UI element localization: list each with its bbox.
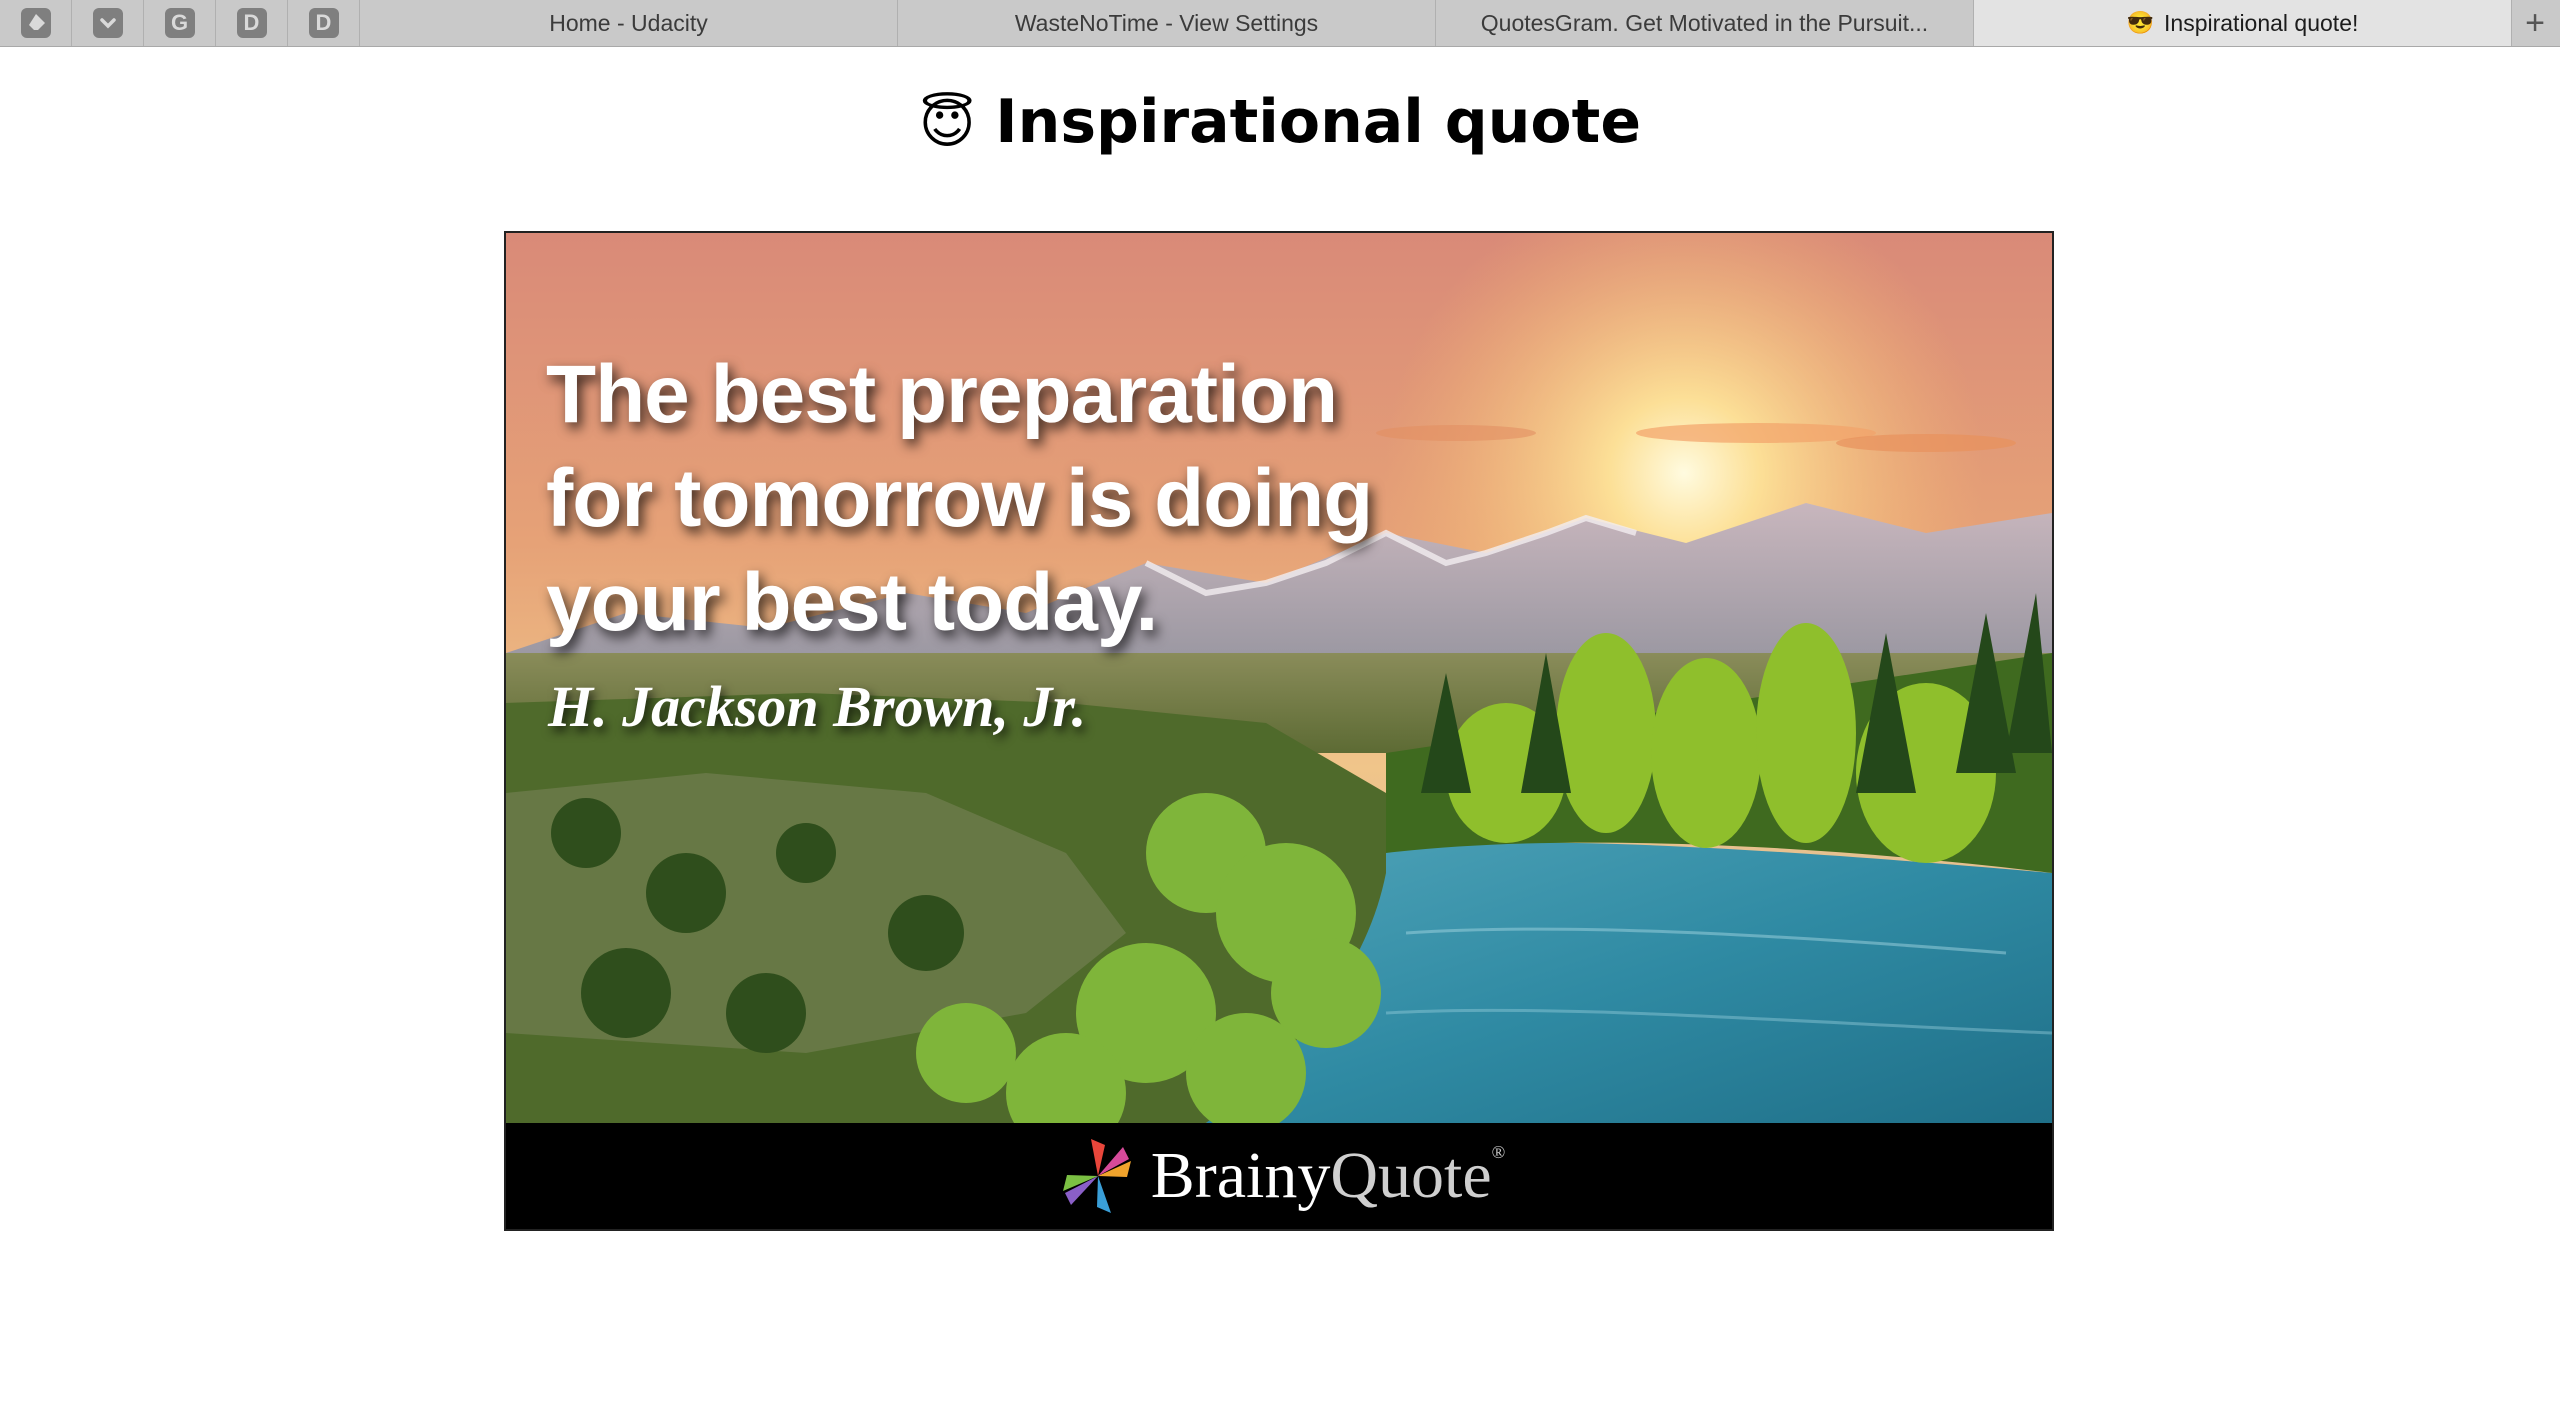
halo-emoji-icon: 😇 bbox=[918, 92, 976, 155]
landscape-scene: The best preparation for tomorrow is doi… bbox=[506, 233, 2052, 1123]
tab-label: Inspirational quote! bbox=[2164, 9, 2359, 36]
pocket-icon bbox=[92, 8, 123, 38]
feedly-icon bbox=[20, 8, 51, 38]
brainyquote-logo-icon bbox=[1062, 1139, 1131, 1213]
pinned-tab-d2[interactable]: D bbox=[288, 0, 360, 46]
new-tab-button[interactable]: + bbox=[2512, 0, 2558, 46]
page-title: 😇 Inspirational quote bbox=[0, 86, 2560, 160]
tab-label: WasteNoTime - View Settings bbox=[1014, 9, 1319, 36]
pinned-tab-google[interactable]: G bbox=[144, 0, 216, 46]
brand-name-part2: Quote bbox=[1330, 1139, 1492, 1212]
tab-label: QuotesGram. Get Motivated in the Pursuit… bbox=[1480, 9, 1929, 36]
brand-footer: BrainyQuote® bbox=[506, 1123, 2052, 1229]
d-icon: D bbox=[236, 8, 267, 38]
registered-mark: ® bbox=[1491, 1142, 1506, 1162]
brand-name: BrainyQuote® bbox=[1151, 1143, 1506, 1209]
pinned-tab-feedly[interactable] bbox=[0, 0, 72, 46]
sunglasses-emoji-icon: 😎 bbox=[2126, 10, 2155, 35]
tab-quotesgram[interactable]: QuotesGram. Get Motivated in the Pursuit… bbox=[1436, 0, 1974, 46]
quote-line: for tomorrow is doing bbox=[546, 453, 1373, 544]
tab-inspirational-quote[interactable]: 😎 Inspirational quote! bbox=[1974, 0, 2512, 46]
page-title-text: Inspirational quote bbox=[995, 87, 1642, 157]
pinned-tab-d1[interactable]: D bbox=[216, 0, 288, 46]
quote-text: The best preparation for tomorrow is doi… bbox=[546, 343, 1446, 655]
tab-home-udacity[interactable]: Home - Udacity bbox=[360, 0, 898, 46]
quote-line: The best preparation bbox=[546, 349, 1338, 440]
browser-tab-bar: G D D Home - Udacity WasteNoTime - View … bbox=[0, 0, 2560, 47]
google-icon: G bbox=[164, 8, 195, 38]
d-icon: D bbox=[308, 8, 339, 38]
tab-label: Home - Udacity bbox=[549, 9, 708, 36]
tab-wastenotime[interactable]: WasteNoTime - View Settings bbox=[898, 0, 1436, 46]
quote-author: H. Jackson Brown, Jr. bbox=[548, 674, 1087, 739]
brand-name-part1: Brainy bbox=[1150, 1139, 1331, 1212]
quote-line: your best today. bbox=[546, 557, 1158, 648]
quote-image: The best preparation for tomorrow is doi… bbox=[504, 231, 2054, 1231]
pinned-tab-pocket[interactable] bbox=[72, 0, 144, 46]
